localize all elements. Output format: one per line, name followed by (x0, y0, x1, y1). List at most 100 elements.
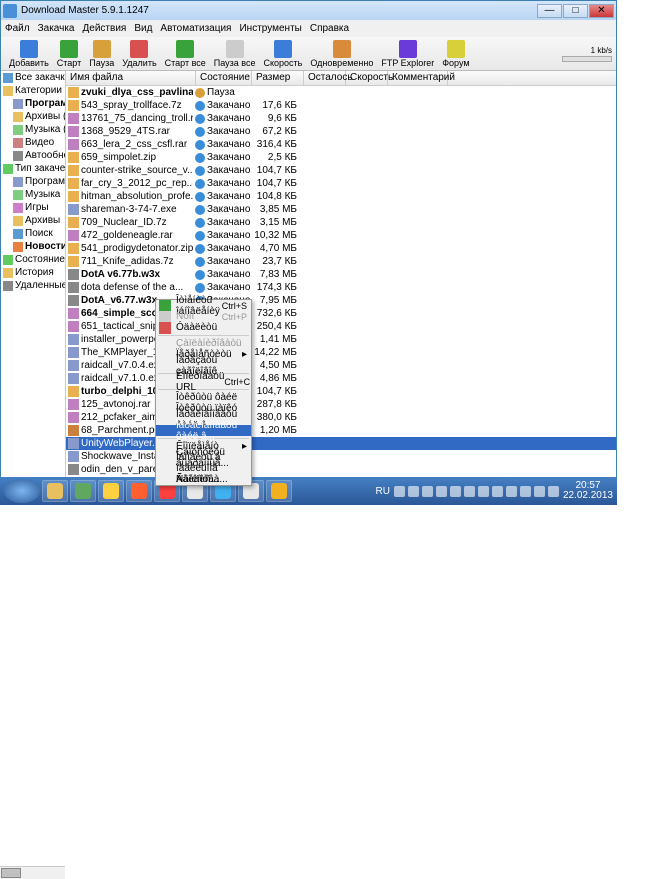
language-indicator[interactable]: RU (375, 486, 389, 497)
column-header[interactable]: Размер (252, 71, 304, 85)
toolbar-Добавить[interactable]: Добавить (5, 39, 53, 69)
file-row[interactable]: 13761_75_dancing_troll.rarЗакачано9,6 КБ (66, 112, 616, 125)
menu-Инструменты[interactable]: Инструменты (239, 23, 301, 34)
toolbar-FTP Explorer[interactable]: FTP Explorer (377, 39, 438, 69)
titlebar[interactable]: Download Master 5.9.1.1247 — □ ✕ (1, 1, 616, 20)
tree-item[interactable]: Архивы (1, 214, 65, 227)
tree-item[interactable]: Состояние (6) (1, 253, 65, 266)
context-menu-item[interactable]: Ïåðåèìåíîâàòü ôàéë â... (156, 425, 251, 436)
tree-item[interactable]: Автообновление (1, 149, 65, 162)
tree-item[interactable]: Программы (45) (1, 97, 65, 110)
file-row[interactable]: 663_lera_2_css_csfl.rarЗакачано316,4 КБ (66, 138, 616, 151)
context-menu-item[interactable]: Çàïëàíèðîâàòü (156, 338, 251, 349)
file-row[interactable]: odin_den_v_pare_uzha... (66, 463, 616, 476)
file-row[interactable]: Shockwave_Installer_Sli... (66, 450, 616, 463)
file-row[interactable]: installer_powerpoint_20...Закачано1,41 М… (66, 333, 616, 346)
file-list[interactable]: zvuki_dlya_css_pavlina...Пауза543_spray_… (66, 86, 616, 482)
tray-icon[interactable] (464, 486, 475, 497)
file-row[interactable]: DotA_v6.77.w3xЗакачано7,95 МБ (66, 294, 616, 307)
tray-icon[interactable] (422, 486, 433, 497)
taskbar-app[interactable] (98, 480, 124, 502)
toolbar-Старт все[interactable]: Старт все (161, 39, 210, 69)
tray-icon[interactable] (394, 486, 405, 497)
file-row[interactable]: 664_simple_scope_16...Закачано732,6 КБ (66, 307, 616, 320)
toolbar-Пауза[interactable]: Пауза (85, 39, 118, 69)
tree-item[interactable]: Тип закачек (1, 162, 65, 175)
file-row[interactable]: 1368_9529_4TS.rarЗакачано67,2 КБ (66, 125, 616, 138)
toolbar-Удалить[interactable]: Удалить (118, 39, 160, 69)
taskbar-app[interactable] (42, 480, 68, 502)
context-menu-item[interactable]: Îòêðûòü ôàéë (156, 392, 251, 403)
column-header[interactable]: Скорость (346, 71, 388, 85)
context-menu-item[interactable]: Êîïèðîâàòü URLCtrl+C (156, 376, 251, 387)
file-row[interactable]: UnityWebPlayer.exe (66, 437, 616, 450)
toolbar-Пауза все[interactable]: Пауза все (210, 39, 260, 69)
menu-Автоматизация[interactable]: Автоматизация (160, 23, 231, 34)
file-row[interactable]: 709_Nuclear_ID.7zЗакачано3,15 МБ (66, 216, 616, 229)
tray-icon[interactable] (450, 486, 461, 497)
context-menu-item[interactable]: Îòìåíèòü îáíîâëåíèÿCtrl+S (156, 300, 251, 311)
column-header[interactable]: Имя файла (66, 71, 196, 85)
toolbar-Одновременно[interactable]: Одновременно (306, 39, 377, 69)
column-header[interactable]: Комментарий (388, 71, 448, 85)
file-row[interactable]: shareman-3-74-7.exeЗакачано3,85 МБ (66, 203, 616, 216)
tray-icon[interactable] (492, 486, 503, 497)
tray-icon[interactable] (506, 486, 517, 497)
menu-Файл[interactable]: Файл (5, 23, 30, 34)
tree-item[interactable]: Поиск (1, 227, 65, 240)
tray-icon[interactable] (478, 486, 489, 497)
context-menu-item[interactable]: Îáðåçàòü çàãîëîâîê (156, 360, 251, 371)
file-row[interactable]: dota defense of the a...Закачано174,3 КБ (66, 281, 616, 294)
toolbar-Скорость[interactable]: Скорость (260, 39, 307, 69)
close-button[interactable]: ✕ (589, 4, 614, 18)
maximize-button[interactable]: □ (563, 4, 588, 18)
menu-Закачка[interactable]: Закачка (38, 23, 75, 34)
file-row[interactable]: 659_simpolet.zipЗакачано2,5 КБ (66, 151, 616, 164)
speed-bar[interactable] (562, 56, 612, 62)
tray-icon[interactable] (520, 486, 531, 497)
context-menu-item[interactable]: Óäàëèòü (156, 322, 251, 333)
file-row[interactable]: 472_goldeneagle.rarЗакачано10,32 МБ (66, 229, 616, 242)
file-row[interactable]: raidcall_v7.1.0.exeЗакачано4,86 МБ (66, 372, 616, 385)
file-row[interactable]: DotA v6.77b.w3xЗакачано7,83 МБ (66, 268, 616, 281)
tree-item[interactable]: Музыка (1, 188, 65, 201)
tree-item[interactable]: Видео (1, 136, 65, 149)
file-row[interactable]: hitman_absolution_profe...Закачано104,8 … (66, 190, 616, 203)
context-menu-item[interactable]: ÑòîïCtrl+P (156, 311, 251, 322)
tray-icon[interactable] (408, 486, 419, 497)
tree-item[interactable]: Программы (1, 175, 65, 188)
tree-item[interactable]: Удаленные (1, 279, 65, 292)
toolbar-Старт[interactable]: Старт (53, 39, 85, 69)
file-row[interactable]: 543_spray_trollface.7zЗакачано17,6 КБ (66, 99, 616, 112)
tree-item[interactable]: Новости (4) (1, 240, 65, 253)
file-row[interactable]: 711_Knife_adidas.7zЗакачано23,7 КБ (66, 255, 616, 268)
file-row[interactable]: 212_pcfaker_aim_v4.rarЗакачано380,0 КБ (66, 411, 616, 424)
file-row[interactable]: zvuki_dlya_css_pavlina...Пауза (66, 86, 616, 99)
file-row[interactable]: counter-strike_source_v...Закачано104,7 … (66, 164, 616, 177)
menu-Вид[interactable]: Вид (134, 23, 152, 34)
taskbar-app[interactable] (126, 480, 152, 502)
file-row[interactable]: far_cry_3_2012_pc_rep...Закачано104,7 КБ (66, 177, 616, 190)
context-menu-item[interactable]: Ñâîéñòâà... (156, 474, 251, 485)
tree-item[interactable]: Все закачки (127) (1, 71, 65, 84)
tree-item[interactable]: Категории (1, 84, 65, 97)
file-row[interactable]: The_KMPlayer_1435.exeЗакачано14,22 МБ (66, 346, 616, 359)
tray-icon[interactable] (436, 486, 447, 497)
menu-Действия[interactable]: Действия (83, 23, 127, 34)
clock[interactable]: 20:57 22.02.2013 (563, 481, 613, 501)
minimize-button[interactable]: — (537, 4, 562, 18)
file-row[interactable]: 68_Parchment.potЗакачано1,20 МБ (66, 424, 616, 437)
tree-item[interactable]: Архивы (61) (1, 110, 65, 123)
file-row[interactable]: 125_avtonoj.rarЗакачано287,8 КБ (66, 398, 616, 411)
tray-icon[interactable] (548, 486, 559, 497)
menu-Справка[interactable]: Справка (310, 23, 349, 34)
column-header[interactable]: Состояние (196, 71, 252, 85)
context-menu-item[interactable]: Îáíîâèòü â ïàâèëüîíå Ãàéäèñ... (156, 463, 251, 474)
toolbar-Форум[interactable]: Форум (438, 39, 473, 69)
tray-icon[interactable] (534, 486, 545, 497)
tree-item[interactable]: Музыка (8) (1, 123, 65, 136)
file-row[interactable]: 651_tactical_sniper.rarЗакачано250,4 КБ (66, 320, 616, 333)
taskbar-app[interactable] (70, 480, 96, 502)
taskbar-app[interactable] (266, 480, 292, 502)
tree-item[interactable]: Игры (1, 201, 65, 214)
